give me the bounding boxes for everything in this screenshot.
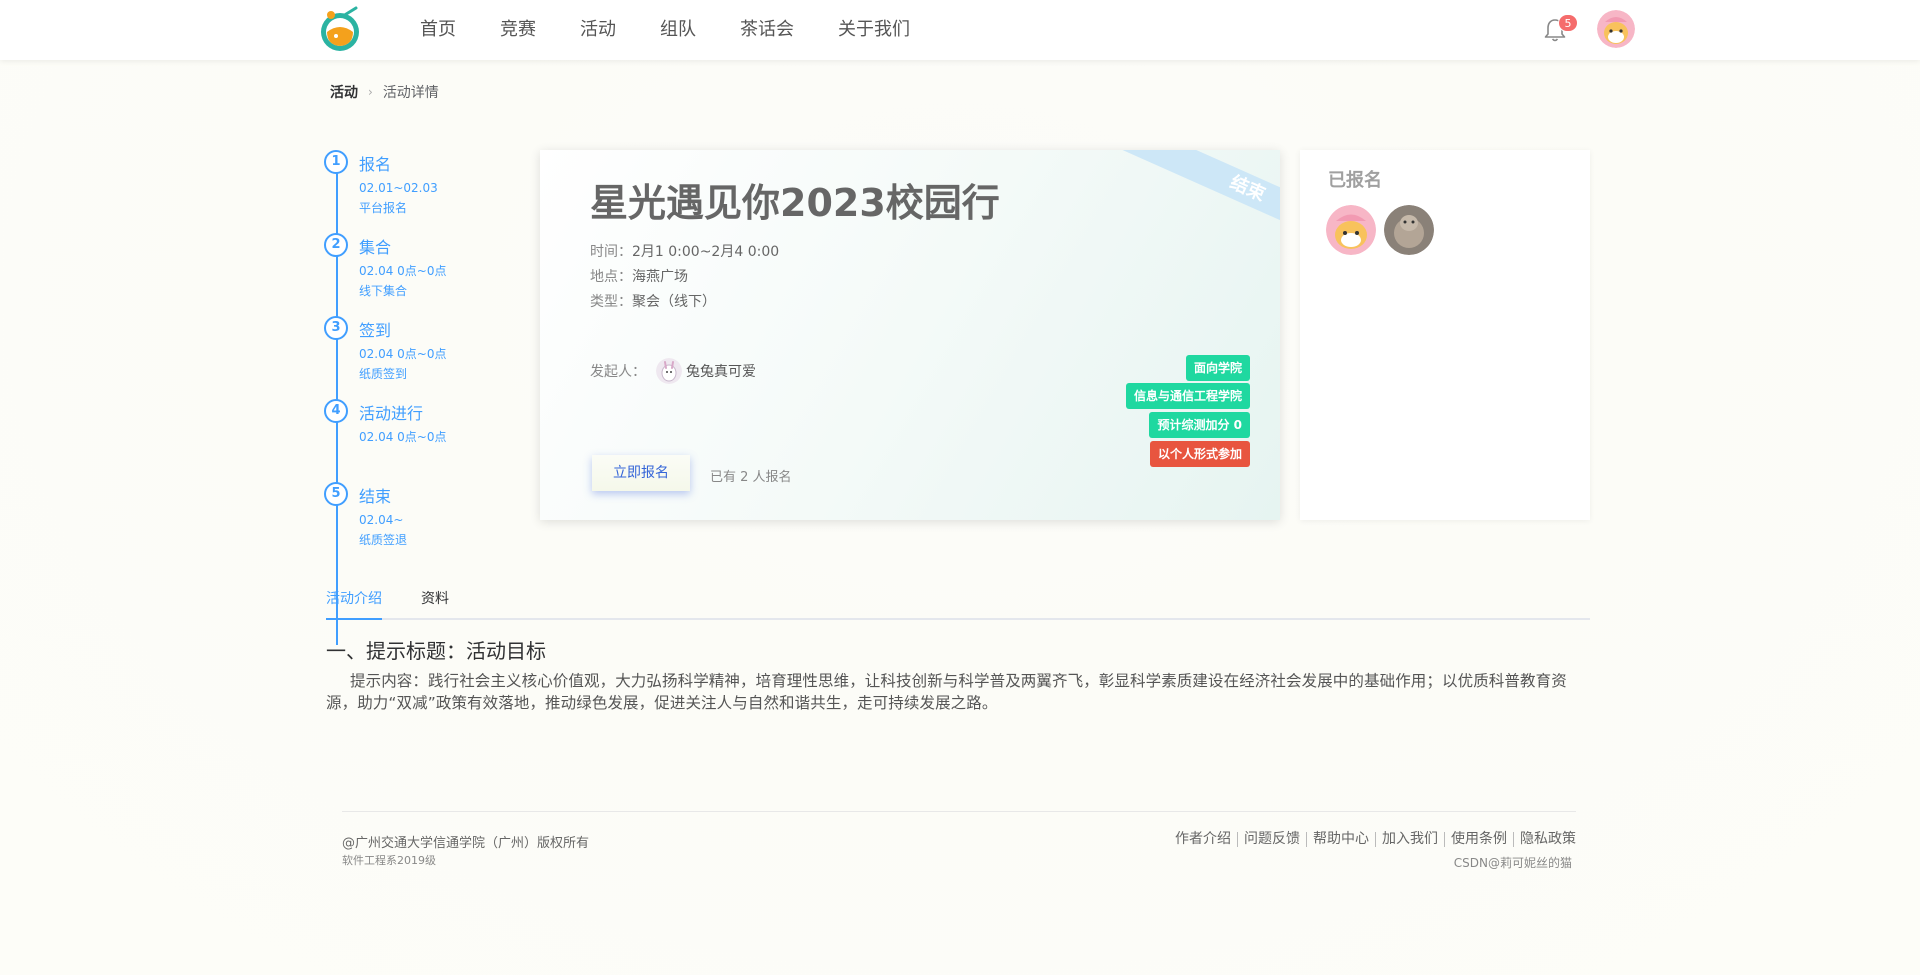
- user-avatar[interactable]: [1597, 10, 1635, 48]
- tag-college-name: 信息与通信工程学院: [1125, 383, 1250, 409]
- step-title: 签到: [359, 321, 392, 340]
- step-number: 4: [324, 399, 348, 423]
- footer-link-author[interactable]: 作者介绍: [1169, 832, 1237, 847]
- registered-title: 已报名: [1328, 170, 1382, 191]
- step-date: 02.04 0点~0点: [359, 430, 447, 444]
- type-label: 类型：: [590, 294, 632, 310]
- chevron-right-icon: ›: [368, 85, 373, 99]
- event-type-row: 类型：聚会（线下）: [590, 290, 779, 315]
- step-date: 02.04 0点~0点: [359, 264, 447, 278]
- footer-link-feedback[interactable]: 问题反馈: [1237, 832, 1306, 847]
- registered-avatar[interactable]: [1326, 205, 1376, 255]
- organizer-avatar[interactable]: [656, 358, 682, 384]
- nav-item-team[interactable]: 组队: [660, 0, 696, 60]
- step-title: 报名: [359, 155, 392, 174]
- step-number: 1: [324, 150, 348, 174]
- nav-item-activity[interactable]: 活动: [580, 0, 616, 60]
- nav-item-home[interactable]: 首页: [420, 0, 456, 60]
- step-note: 平台报名: [359, 201, 408, 215]
- step-desc: 02.04 0点~0点: [359, 427, 447, 447]
- nav-item-tea-party[interactable]: 茶话会: [740, 0, 794, 60]
- signup-button[interactable]: 立即报名: [592, 455, 690, 491]
- content-body: 提示内容：践行社会主义核心价值观，大力弘扬科学精神，培育理性思维，让科技创新与科…: [326, 672, 1567, 712]
- event-title: 星光遇见你2023校园行: [590, 181, 1000, 225]
- registered-avatar[interactable]: [1384, 205, 1434, 255]
- breadcrumb-root[interactable]: 活动: [330, 82, 358, 102]
- step-date: 02.04 0点~0点: [359, 347, 447, 361]
- tab-materials[interactable]: 资料: [421, 588, 449, 618]
- step-desc: 02.04~ 纸质签退: [359, 510, 407, 550]
- top-navbar: 首页 竞赛 活动 组队 茶话会 关于我们 5: [0, 0, 1920, 60]
- event-card: 结束 星光遇见你2023校园行 时间：2月1 0:00~2月4 0:00 地点：…: [540, 150, 1280, 520]
- event-location-row: 地点：海燕广场: [590, 265, 779, 290]
- footer-link-join[interactable]: 加入我们: [1375, 832, 1444, 847]
- step-number: 2: [324, 233, 348, 257]
- step-desc: 02.04 0点~0点 纸质签到: [359, 344, 447, 384]
- status-ribbon: 结束: [1122, 150, 1280, 232]
- event-type: 聚会（线下）: [632, 294, 716, 310]
- tag-participation-mode: 以个人形式参加: [1149, 441, 1250, 467]
- step-note: 纸质签退: [359, 533, 408, 547]
- step-title: 结束: [359, 487, 392, 506]
- step-date: 02.01~02.03: [359, 181, 438, 195]
- step-title: 集合: [359, 238, 392, 257]
- tab-intro[interactable]: 活动介绍: [326, 588, 382, 620]
- breadcrumb-current: 活动详情: [382, 85, 439, 101]
- event-info: 时间：2月1 0:00~2月4 0:00 地点：海燕广场 类型：聚会（线下）: [590, 240, 779, 315]
- tag-target-college: 面向学院: [1185, 355, 1250, 381]
- step-desc: 02.01~02.03 平台报名: [359, 178, 438, 218]
- event-location: 海燕广场: [632, 269, 688, 285]
- step-number: 3: [324, 316, 348, 340]
- content-title: 一、提示标题：活动目标: [326, 639, 546, 663]
- footer-link-privacy[interactable]: 隐私政策: [1513, 832, 1576, 847]
- footer-divider: [342, 811, 1576, 812]
- tag-score-bonus: 预计综测加分 0: [1149, 412, 1250, 438]
- step-desc: 02.04 0点~0点 线下集合: [359, 261, 447, 301]
- signup-count: 已有 2 人报名: [710, 470, 792, 485]
- class-line: 软件工程系2019级: [342, 854, 436, 867]
- nav-item-competition[interactable]: 竞赛: [500, 0, 536, 60]
- event-time: 2月1 0:00~2月4 0:00: [632, 244, 780, 260]
- step-title: 活动进行: [359, 404, 424, 423]
- footer-credit: CSDN@莉可妮丝的猫: [1453, 856, 1572, 870]
- time-label: 时间：: [590, 244, 632, 260]
- footer-link-terms[interactable]: 使用条例: [1444, 832, 1513, 847]
- nav-item-about[interactable]: 关于我们: [838, 0, 910, 60]
- logo-icon[interactable]: [316, 6, 366, 52]
- breadcrumb: 活动 › 活动详情: [330, 82, 439, 102]
- step-note: 纸质签到: [359, 367, 408, 381]
- main-nav: 首页 竞赛 活动 组队 茶话会 关于我们: [420, 0, 954, 60]
- step-number: 5: [324, 482, 348, 506]
- step-note: 线下集合: [359, 284, 408, 298]
- footer-links: 作者介绍 问题反馈 帮助中心 加入我们 使用条例 隐私政策: [1169, 832, 1576, 847]
- step-date: 02.04~: [359, 513, 404, 527]
- registered-card: 已报名: [1300, 150, 1590, 520]
- organizer-label: 发起人：: [590, 364, 646, 380]
- organizer-name[interactable]: 兔兔真可爱: [686, 361, 756, 381]
- copyright: @广州交通大学信通学院（广州）版权所有: [342, 836, 590, 851]
- event-time-row: 时间：2月1 0:00~2月4 0:00: [590, 240, 779, 265]
- organizer: 发起人： 兔兔真可爱: [590, 358, 756, 384]
- content-tabs: 活动介绍 资料: [326, 588, 1590, 620]
- location-label: 地点：: [590, 269, 632, 285]
- notification-badge: 5: [1558, 14, 1578, 32]
- footer-link-help[interactable]: 帮助中心: [1306, 832, 1375, 847]
